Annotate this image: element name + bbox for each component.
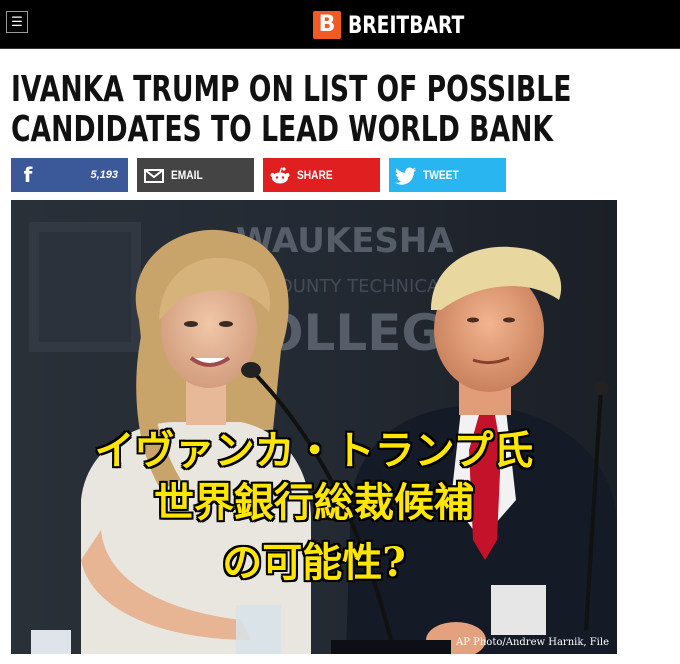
overlay-caption-line-2: 世界銀行総裁候補 [154, 479, 474, 526]
twitter-share-button[interactable]: TWEET [389, 158, 506, 192]
reddit-share-label: SHARE [297, 168, 333, 182]
overlay-caption-line-1: イヴァンカ・トランプ氏 [94, 427, 534, 474]
article-headline: IVANKA TRUMP ON LIST OF POSSIBLE CANDIDA… [11, 70, 571, 150]
svg-text:COUNTY TECHNICAL: COUNTY TECHNICAL [266, 276, 449, 297]
headline-line-1: IVANKA TRUMP ON LIST OF POSSIBLE [11, 69, 572, 110]
article-hero-photo: WAUKESHA COUNTY TECHNICAL OLLEG イヴァンカ・トラ… [11, 200, 617, 654]
reddit-icon [263, 158, 297, 192]
facebook-share-count: 5,193 [90, 169, 118, 181]
email-share-button[interactable]: EMAIL [137, 158, 254, 192]
overlay-caption-line-3: の可能性? [222, 539, 406, 586]
facebook-icon: f [23, 163, 33, 187]
top-nav-bar: ☰ B BREITBART [0, 0, 680, 49]
email-share-label: EMAIL [171, 168, 203, 182]
headline-line-2: CANDIDATES TO LEAD WORLD BANK [11, 109, 554, 150]
brand-logo-mark: B [313, 11, 341, 39]
photo-credit: AP Photo/Andrew Harnik, File [456, 637, 609, 648]
reddit-share-button[interactable]: SHARE [263, 158, 380, 192]
brand-name: BREITBART [348, 11, 465, 39]
twitter-bird-icon [389, 158, 423, 192]
facebook-share-button[interactable]: f 5,193 [11, 158, 128, 192]
envelope-icon [137, 158, 171, 192]
hamburger-menu-icon[interactable]: ☰ [6, 11, 28, 33]
brand-logo-link[interactable]: B BREITBART [313, 11, 497, 39]
twitter-share-label: TWEET [423, 168, 459, 182]
